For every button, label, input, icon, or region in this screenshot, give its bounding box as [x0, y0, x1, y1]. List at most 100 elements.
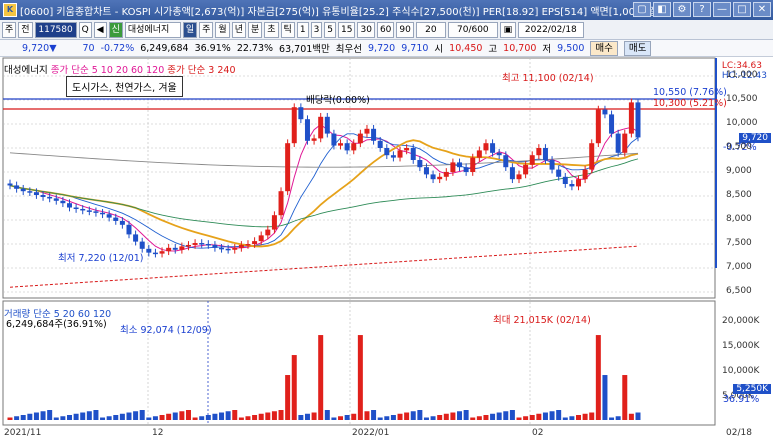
volume-bar: [298, 415, 304, 420]
period-second-tab[interactable]: 초: [264, 21, 279, 38]
interval-5[interactable]: 5: [324, 21, 337, 38]
interval-3[interactable]: 3: [310, 21, 323, 38]
period-month-tab[interactable]: 월: [215, 21, 230, 38]
candle: [318, 116, 324, 139]
candle: [86, 210, 92, 212]
candle: [450, 162, 456, 172]
volume-bar: [291, 355, 297, 420]
volume-bar: [126, 412, 132, 420]
layout-icon[interactable]: ▢: [633, 2, 651, 17]
volume-bar: [205, 415, 211, 420]
stock-chart[interactable]: [0, 57, 773, 439]
candle: [609, 114, 615, 134]
volume-bar: [53, 417, 59, 420]
period-year-tab[interactable]: 년: [231, 21, 246, 38]
volume-bar: [344, 415, 350, 420]
candle: [457, 162, 463, 168]
volume-bar: [430, 416, 436, 420]
volume-bar: [100, 417, 106, 420]
candle: [14, 185, 20, 189]
best-bid: 9,710: [401, 42, 429, 54]
volume-bar: [622, 375, 628, 420]
candle: [258, 235, 264, 242]
all-toggle[interactable]: 전: [18, 21, 33, 38]
date-axis-tick: 12: [152, 428, 164, 438]
week-toggle[interactable]: 주: [2, 21, 17, 38]
candle: [238, 244, 244, 248]
volume-axis-tick: 10,000K: [722, 366, 760, 376]
legend-ma2: 종가 단순 3 240: [167, 65, 236, 76]
candle: [53, 198, 59, 201]
settings-icon[interactable]: ⚙: [673, 2, 691, 17]
interval-30[interactable]: 30: [357, 21, 375, 38]
volume-ratio: 36.91%: [194, 42, 231, 54]
candle: [285, 143, 291, 192]
price-axis-tick: 10,000: [726, 118, 758, 128]
candle: [27, 191, 33, 193]
volume-bar: [529, 415, 535, 420]
candle: [562, 176, 568, 184]
volume-min-annotation: 최소 92,074 (12/09): [120, 325, 212, 336]
sell-button[interactable]: 매도: [623, 40, 652, 56]
stock-code-input[interactable]: 117580: [34, 21, 77, 38]
line1-label: 10,550 (7.76%): [653, 87, 727, 98]
volume-bar: [146, 417, 152, 420]
volume-bar: [582, 413, 588, 420]
volume-bar: [470, 417, 476, 420]
interval-1[interactable]: 1: [296, 21, 309, 38]
candle: [377, 140, 383, 148]
candle: [66, 203, 72, 208]
best-ask: 9,720: [368, 42, 396, 54]
candle: [146, 248, 152, 253]
stock-name-field[interactable]: 대성에너지: [124, 21, 181, 38]
date-axis-tick: 2022/01: [352, 428, 390, 438]
candle: [542, 148, 548, 160]
interval-60[interactable]: 60: [376, 21, 395, 38]
split-icon[interactable]: ◧: [653, 2, 671, 17]
candle: [119, 220, 125, 225]
period-minute-tab[interactable]: 분: [247, 21, 263, 38]
minimize-icon[interactable]: —: [713, 2, 731, 17]
low-price: 9,500: [557, 42, 585, 54]
volume-bar: [357, 335, 363, 420]
period-week-tab[interactable]: 주: [199, 21, 214, 38]
candle: [615, 133, 621, 153]
candle: [271, 215, 277, 230]
volume-bar: [562, 417, 568, 420]
bar-count-input[interactable]: 70/600: [447, 21, 498, 38]
candle: [113, 217, 119, 221]
speaker-icon[interactable]: ◀: [93, 21, 107, 38]
volume-bar: [86, 411, 92, 420]
candle: [80, 208, 86, 211]
date-input[interactable]: 2022/02/18: [517, 21, 584, 38]
volume-bar: [33, 412, 39, 420]
buy-button[interactable]: 매수: [590, 40, 618, 56]
volume-bar: [483, 415, 489, 420]
search-icon[interactable]: Q: [78, 21, 92, 38]
volume-bar: [496, 412, 502, 420]
candle: [139, 241, 145, 249]
volume-max-annotation: 최대 21,015K (02/14): [493, 315, 591, 326]
high-annotation: 최고 11,100 (02/14): [502, 73, 594, 84]
candle: [33, 192, 39, 196]
interval-90[interactable]: 90: [396, 21, 414, 38]
volume-bar: [192, 417, 198, 420]
price-change: 70: [82, 42, 95, 54]
close-icon[interactable]: ✕: [753, 2, 771, 17]
candle: [476, 150, 482, 158]
save-icon[interactable]: ▣: [499, 21, 516, 38]
period-tick-tab[interactable]: 틱: [280, 21, 295, 38]
title-bar: K [0600] 키움종합차트 - KOSPI 시가총액[2,673(억)] 자…: [0, 0, 773, 20]
candle: [331, 133, 337, 146]
volume-bar: [278, 410, 284, 420]
candle: [324, 116, 330, 134]
interval-select[interactable]: 20: [415, 21, 446, 38]
period-day-tab[interactable]: 일: [182, 21, 198, 38]
volume-bar: [265, 412, 271, 420]
help-icon[interactable]: ?: [693, 2, 711, 17]
maximize-icon[interactable]: □: [733, 2, 751, 17]
candle: [73, 207, 79, 210]
interval-15[interactable]: 15: [338, 21, 356, 38]
volume-bar: [410, 411, 416, 420]
change-rate: -0.72%: [100, 42, 135, 54]
